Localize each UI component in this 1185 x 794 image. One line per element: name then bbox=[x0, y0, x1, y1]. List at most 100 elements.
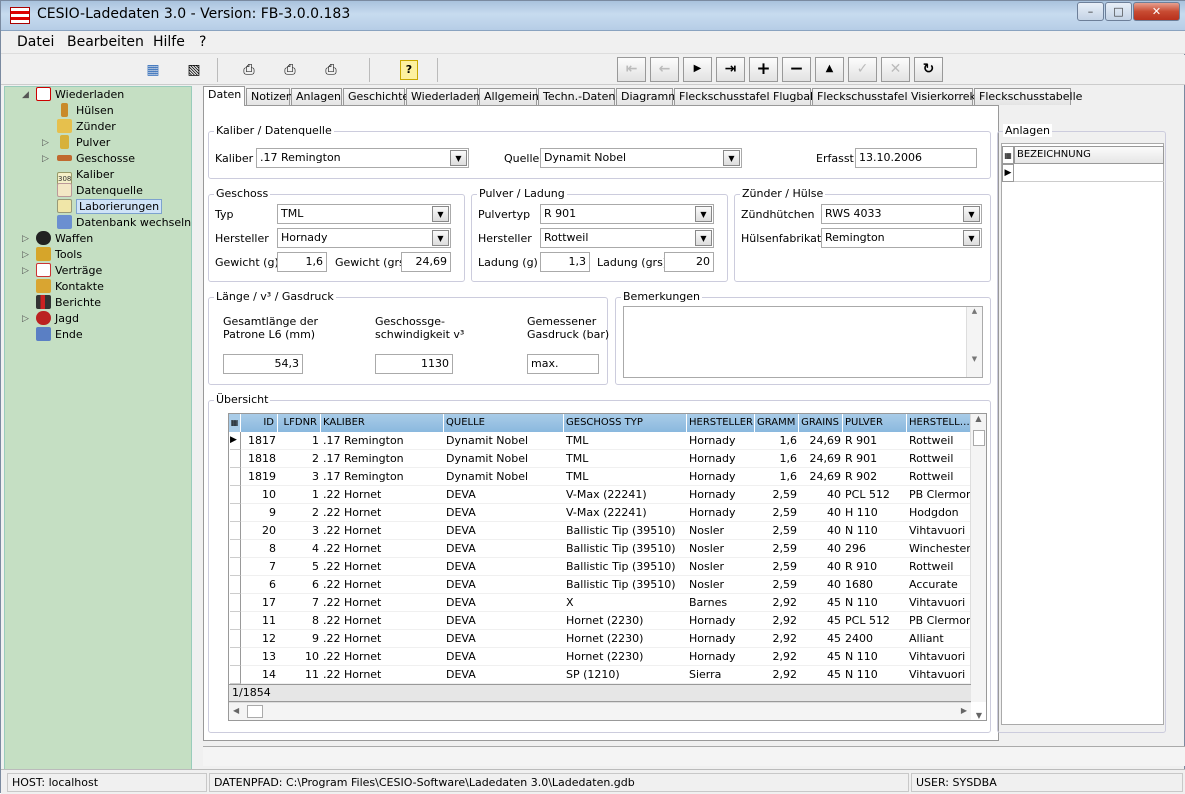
cell-quelle[interactable]: DEVA bbox=[444, 648, 564, 666]
expand-arrow-icon[interactable]: ▷ bbox=[22, 250, 29, 260]
minimize-button[interactable]: – bbox=[1077, 2, 1104, 21]
chevron-down-icon[interactable]: ▼ bbox=[450, 150, 467, 166]
nav-delete-button[interactable]: − bbox=[782, 57, 811, 82]
cell-lfdnr[interactable]: 9 bbox=[278, 630, 321, 648]
cell-quelle[interactable]: DEVA bbox=[444, 630, 564, 648]
cell-gramm[interactable]: 1,6 bbox=[755, 432, 799, 450]
tab-wiederladen[interactable]: Wiederladen bbox=[406, 88, 480, 105]
cell-geschoss-typ[interactable]: TML bbox=[564, 432, 687, 450]
print-icon[interactable]: ⎙ bbox=[236, 58, 262, 83]
cell-grains[interactable]: 24,69 bbox=[799, 450, 843, 468]
cell-herstell-[interactable]: Vihtavuori bbox=[907, 594, 971, 612]
cell-gramm[interactable]: 2,92 bbox=[755, 594, 799, 612]
gewicht-g-field[interactable]: 1,6 bbox=[277, 252, 327, 272]
cell-pulver[interactable]: N 110 bbox=[843, 648, 907, 666]
ladung-g-field[interactable]: 1,3 bbox=[540, 252, 590, 272]
cell-grains[interactable]: 40 bbox=[799, 504, 843, 522]
column-header-id[interactable]: ID bbox=[241, 414, 278, 432]
cell-herstell-[interactable]: Rottweil bbox=[907, 468, 971, 486]
cell-grains[interactable]: 45 bbox=[799, 666, 843, 684]
v3-field[interactable]: 1130 bbox=[375, 354, 453, 374]
row-indicator[interactable] bbox=[230, 450, 241, 468]
tree-item-datenbank-wechseln[interactable]: Datenbank wechseln bbox=[57, 215, 191, 231]
cell-geschoss-typ[interactable]: V-Max (22241) bbox=[564, 486, 687, 504]
tree-item-kaliber[interactable]: 308 Kaliber bbox=[57, 167, 114, 186]
cell-pulver[interactable]: N 110 bbox=[843, 522, 907, 540]
cell-geschoss-typ[interactable]: Ballistic Tip (39510) bbox=[564, 558, 687, 576]
cell-hersteller[interactable]: Sierra bbox=[687, 666, 755, 684]
row-indicator[interactable] bbox=[230, 594, 241, 612]
expand-arrow-icon[interactable]: ▷ bbox=[22, 314, 29, 324]
cell-geschoss-typ[interactable]: Ballistic Tip (39510) bbox=[564, 540, 687, 558]
tree-item-huelsen[interactable]: Hülsen bbox=[57, 103, 114, 119]
cell-kaliber[interactable]: .22 Hornet bbox=[321, 594, 444, 612]
cell-herstell-[interactable]: Hodgdon bbox=[907, 504, 971, 522]
row-indicator[interactable] bbox=[230, 576, 241, 594]
l6-field[interactable]: 54,3 bbox=[223, 354, 303, 374]
cell-geschoss-typ[interactable]: X bbox=[564, 594, 687, 612]
cell-hersteller[interactable]: Nosler bbox=[687, 576, 755, 594]
cell-gramm[interactable]: 2,92 bbox=[755, 648, 799, 666]
cell-quelle[interactable]: DEVA bbox=[444, 576, 564, 594]
tab-daten[interactable]: Daten bbox=[203, 86, 245, 106]
cell-lfdnr[interactable]: 11 bbox=[278, 666, 321, 684]
column-header-pulver[interactable]: PULVER bbox=[843, 414, 907, 432]
tab-geschichte[interactable]: Geschichte bbox=[343, 88, 409, 105]
tab-fleckschusstafel-flugbahn[interactable]: Fleckschusstafel Flugbahn bbox=[674, 88, 824, 105]
cell-pulver[interactable]: N 110 bbox=[843, 594, 907, 612]
column-header-gramm[interactable]: GRAMM bbox=[755, 414, 799, 432]
cell-id[interactable]: 1817 bbox=[241, 432, 278, 450]
cell-hersteller[interactable]: Nosler bbox=[687, 540, 755, 558]
nav-cancel-button[interactable]: ✕ bbox=[881, 57, 910, 82]
cell-id[interactable]: 14 bbox=[241, 666, 278, 684]
chevron-down-icon[interactable]: ▼ bbox=[963, 206, 980, 222]
row-indicator[interactable] bbox=[230, 522, 241, 540]
tab-techn-daten[interactable]: Techn.-Daten bbox=[538, 88, 615, 105]
cell-id[interactable]: 7 bbox=[241, 558, 278, 576]
tree-item-kontakte[interactable]: Kontakte bbox=[36, 279, 104, 295]
calculator-blue-icon[interactable]: ▦ bbox=[140, 58, 166, 83]
cell-lfdnr[interactable]: 1 bbox=[278, 432, 321, 450]
cell-quelle[interactable]: DEVA bbox=[444, 594, 564, 612]
cell-kaliber[interactable]: .17 Remington bbox=[321, 468, 444, 486]
cell-grains[interactable]: 45 bbox=[799, 630, 843, 648]
cell-kaliber[interactable]: .17 Remington bbox=[321, 450, 444, 468]
cell-id[interactable]: 9 bbox=[241, 504, 278, 522]
cell-quelle[interactable]: DEVA bbox=[444, 612, 564, 630]
row-indicator[interactable] bbox=[230, 468, 241, 486]
cell-id[interactable]: 17 bbox=[241, 594, 278, 612]
cell-kaliber[interactable]: .22 Hornet bbox=[321, 558, 444, 576]
cell-pulver[interactable]: H 110 bbox=[843, 504, 907, 522]
cell-quelle[interactable]: DEVA bbox=[444, 666, 564, 684]
zuendhuetchen-combo[interactable]: RWS 4033 ▼ bbox=[821, 204, 982, 224]
kaliber-combo[interactable]: .17 Remington ▼ bbox=[256, 148, 469, 168]
column-header-grains[interactable]: GRAINS bbox=[799, 414, 843, 432]
tree-item-pulver[interactable]: Pulver bbox=[57, 135, 110, 151]
cell-herstell-[interactable]: Rottweil bbox=[907, 558, 971, 576]
cell-pulver[interactable]: 296 bbox=[843, 540, 907, 558]
cell-gramm[interactable]: 2,59 bbox=[755, 540, 799, 558]
cell-id[interactable]: 13 bbox=[241, 648, 278, 666]
cell-herstell-[interactable]: Accurate bbox=[907, 576, 971, 594]
chevron-down-icon[interactable]: ▼ bbox=[432, 230, 449, 246]
cell-grains[interactable]: 24,69 bbox=[799, 468, 843, 486]
menu-datei[interactable]: Datei bbox=[17, 34, 54, 50]
cell-kaliber[interactable]: .22 Hornet bbox=[321, 486, 444, 504]
cell-hersteller[interactable]: Hornady bbox=[687, 486, 755, 504]
ladung-grs-field[interactable]: 20 bbox=[664, 252, 714, 272]
nav-post-button[interactable]: ✓ bbox=[848, 57, 877, 82]
chevron-down-icon[interactable]: ▼ bbox=[695, 230, 712, 246]
cell-geschoss-typ[interactable]: SP (1210) bbox=[564, 666, 687, 684]
cell-pulver[interactable]: PCL 512 bbox=[843, 612, 907, 630]
tree-item-wiederladen[interactable]: Wiederladen bbox=[36, 87, 124, 103]
bemerkungen-textarea[interactable] bbox=[623, 306, 983, 378]
nav-edit-button[interactable]: ▲ bbox=[815, 57, 844, 82]
cell-hersteller[interactable]: Barnes bbox=[687, 594, 755, 612]
cell-herstell-[interactable]: Vihtavuori bbox=[907, 666, 971, 684]
cell-hersteller[interactable]: Nosler bbox=[687, 558, 755, 576]
cell-kaliber[interactable]: .22 Hornet bbox=[321, 648, 444, 666]
tree-item-jagd[interactable]: Jagd bbox=[36, 311, 79, 327]
cell-kaliber[interactable]: .22 Hornet bbox=[321, 612, 444, 630]
scroll-thumb[interactable] bbox=[247, 705, 263, 718]
cell-hersteller[interactable]: Hornady bbox=[687, 468, 755, 486]
